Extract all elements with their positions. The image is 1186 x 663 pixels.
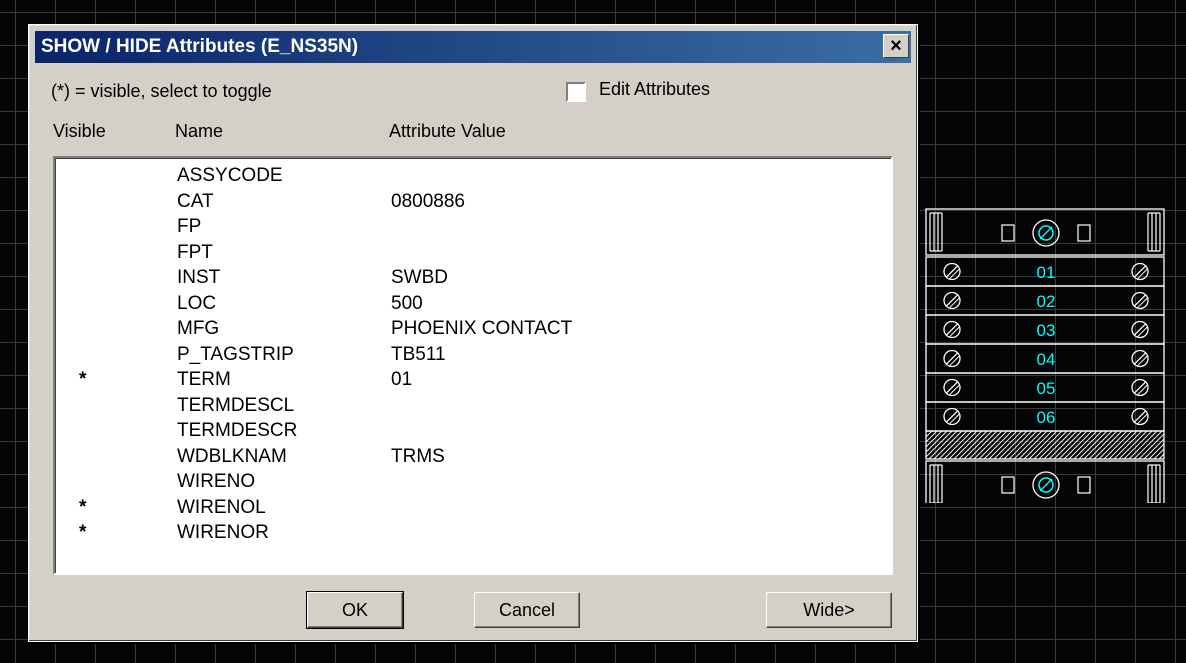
visible-marker: * [79, 369, 87, 390]
terminal-number-label: 01 [1037, 263, 1056, 282]
visibility-hint: (*) = visible, select to toggle [51, 81, 272, 101]
visible-marker: * [79, 496, 87, 518]
edit-attributes-label[interactable]: Edit Attributes [599, 79, 710, 100]
column-header-attribute-value: Attribute Value [389, 121, 506, 141]
attribute-name: TERMDESCR [177, 420, 298, 441]
attribute-row[interactable]: * WIRENOR [55, 521, 891, 545]
cancel-button[interactable]: Cancel [474, 592, 580, 628]
attribute-listbox[interactable]: ASSYCODE CAT 0800886 FP FPT INST SWBD LOC 500 MFG… [53, 156, 893, 575]
attribute-value: 0800886 [391, 190, 465, 212]
attribute-name: CAT [177, 190, 214, 212]
attribute-row[interactable]: * TERM 01 [55, 368, 891, 392]
attribute-value: 500 [391, 292, 423, 314]
attribute-row[interactable]: TERMDESCR [55, 419, 891, 443]
close-button[interactable]: × [883, 34, 909, 58]
terminal-number-label: 05 [1037, 379, 1056, 398]
attribute-value: SWBD [391, 267, 448, 288]
attribute-name: ASSYCODE [177, 165, 283, 186]
bottom-end-bracket [925, 460, 1165, 503]
attribute-value: TRMS [391, 445, 445, 467]
attribute-row[interactable]: * WIRENOL [55, 496, 891, 520]
terminal-number-label: 03 [1037, 321, 1056, 340]
terminal-number-label: 06 [1037, 408, 1056, 427]
visible-marker: * [79, 522, 87, 543]
attribute-row[interactable]: WDBLKNAM TRMS [55, 445, 891, 469]
attribute-value: TB511 [391, 343, 446, 365]
dialog-titlebar[interactable]: SHOW / HIDE Attributes (E_NS35N) × [35, 31, 911, 63]
attribute-value: PHOENIX CONTACT [391, 318, 573, 339]
attribute-row[interactable]: INST SWBD [55, 266, 891, 290]
attribute-row[interactable]: FPT [55, 241, 891, 265]
attribute-row[interactable]: CAT 0800886 [55, 190, 891, 214]
top-end-bracket [925, 208, 1165, 256]
attribute-name: FP [177, 216, 202, 237]
terminal-block-drawing[interactable]: 01 02 03 04 05 06 [924, 207, 1170, 503]
attribute-row[interactable]: LOC 500 [55, 292, 891, 316]
attribute-name: FPT [177, 241, 213, 263]
attribute-name: P_TAGSTRIP [177, 343, 294, 365]
close-icon: × [890, 35, 902, 57]
attribute-name: TERMDESCL [177, 394, 295, 416]
show-hide-attributes-dialog: SHOW / HIDE Attributes (E_NS35N) × (*) =… [28, 24, 918, 642]
attribute-name: INST [177, 267, 221, 288]
wide-button[interactable]: Wide> [766, 592, 892, 628]
attribute-name: WIRENO [177, 471, 256, 492]
attribute-row[interactable]: TERMDESCL [55, 394, 891, 418]
column-header-visible: Visible [53, 121, 106, 141]
attribute-value: 01 [391, 369, 413, 390]
terminal-number-label: 02 [1037, 292, 1056, 311]
edit-attributes-checkbox[interactable] [566, 82, 586, 102]
attribute-row[interactable]: MFG PHOENIX CONTACT [55, 317, 891, 341]
attribute-row[interactable]: ASSYCODE [55, 164, 891, 188]
terminal-number-label: 04 [1037, 350, 1056, 369]
attribute-row[interactable]: WIRENO [55, 470, 891, 494]
attribute-name: TERM [177, 369, 231, 390]
dialog-title: SHOW / HIDE Attributes (E_NS35N) [41, 36, 359, 57]
attribute-row[interactable]: FP [55, 215, 891, 239]
attribute-name: LOC [177, 292, 217, 314]
attribute-name: WDBLKNAM [177, 445, 287, 467]
attribute-name: MFG [177, 318, 220, 339]
attribute-name: WIRENOL [177, 496, 266, 518]
column-header-name: Name [175, 121, 224, 141]
attribute-name: WIRENOR [177, 522, 269, 543]
ok-button[interactable]: OK [306, 591, 404, 629]
attribute-row[interactable]: P_TAGSTRIP TB511 [55, 343, 891, 367]
